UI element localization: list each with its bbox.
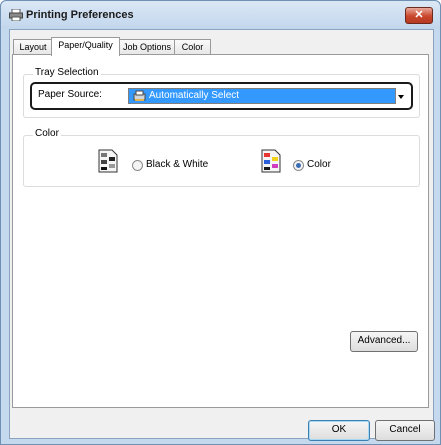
black-white-document-icon <box>98 149 118 173</box>
paper-source-dropdown[interactable]: Automatically Select <box>128 88 396 104</box>
close-button[interactable]: ✕ <box>405 7 433 24</box>
printing-preferences-window: Printing Preferences ✕ Layout Paper/Qual… <box>0 0 441 445</box>
close-icon: ✕ <box>414 9 424 21</box>
color-label[interactable]: Color <box>307 159 331 170</box>
chevron-down-icon[interactable] <box>398 95 404 99</box>
cancel-button[interactable]: Cancel <box>375 420 435 441</box>
paper-tray-icon <box>133 90 146 101</box>
advanced-button[interactable]: Advanced... <box>350 331 418 352</box>
window-title: Printing Preferences <box>26 9 134 21</box>
black-white-radio[interactable] <box>132 160 143 171</box>
title-bar[interactable]: Printing Preferences ✕ <box>1 1 440 29</box>
tab-paper-quality[interactable]: Paper/Quality <box>51 37 120 56</box>
tray-selection-label: Tray Selection <box>33 67 101 78</box>
tab-layout[interactable]: Layout <box>13 39 53 55</box>
color-radio[interactable] <box>293 160 304 171</box>
ok-button[interactable]: OK <box>308 420 370 441</box>
printer-icon <box>9 9 23 21</box>
color-group <box>23 135 420 187</box>
black-white-label[interactable]: Black & White <box>146 159 208 170</box>
tab-job-options[interactable]: Job Options <box>118 39 176 55</box>
color-group-label: Color <box>33 128 61 139</box>
tab-color[interactable]: Color <box>174 39 211 55</box>
paper-source-label: Paper Source: <box>38 89 102 100</box>
color-document-icon <box>261 149 281 173</box>
paper-source-value: Automatically Select <box>149 90 240 101</box>
